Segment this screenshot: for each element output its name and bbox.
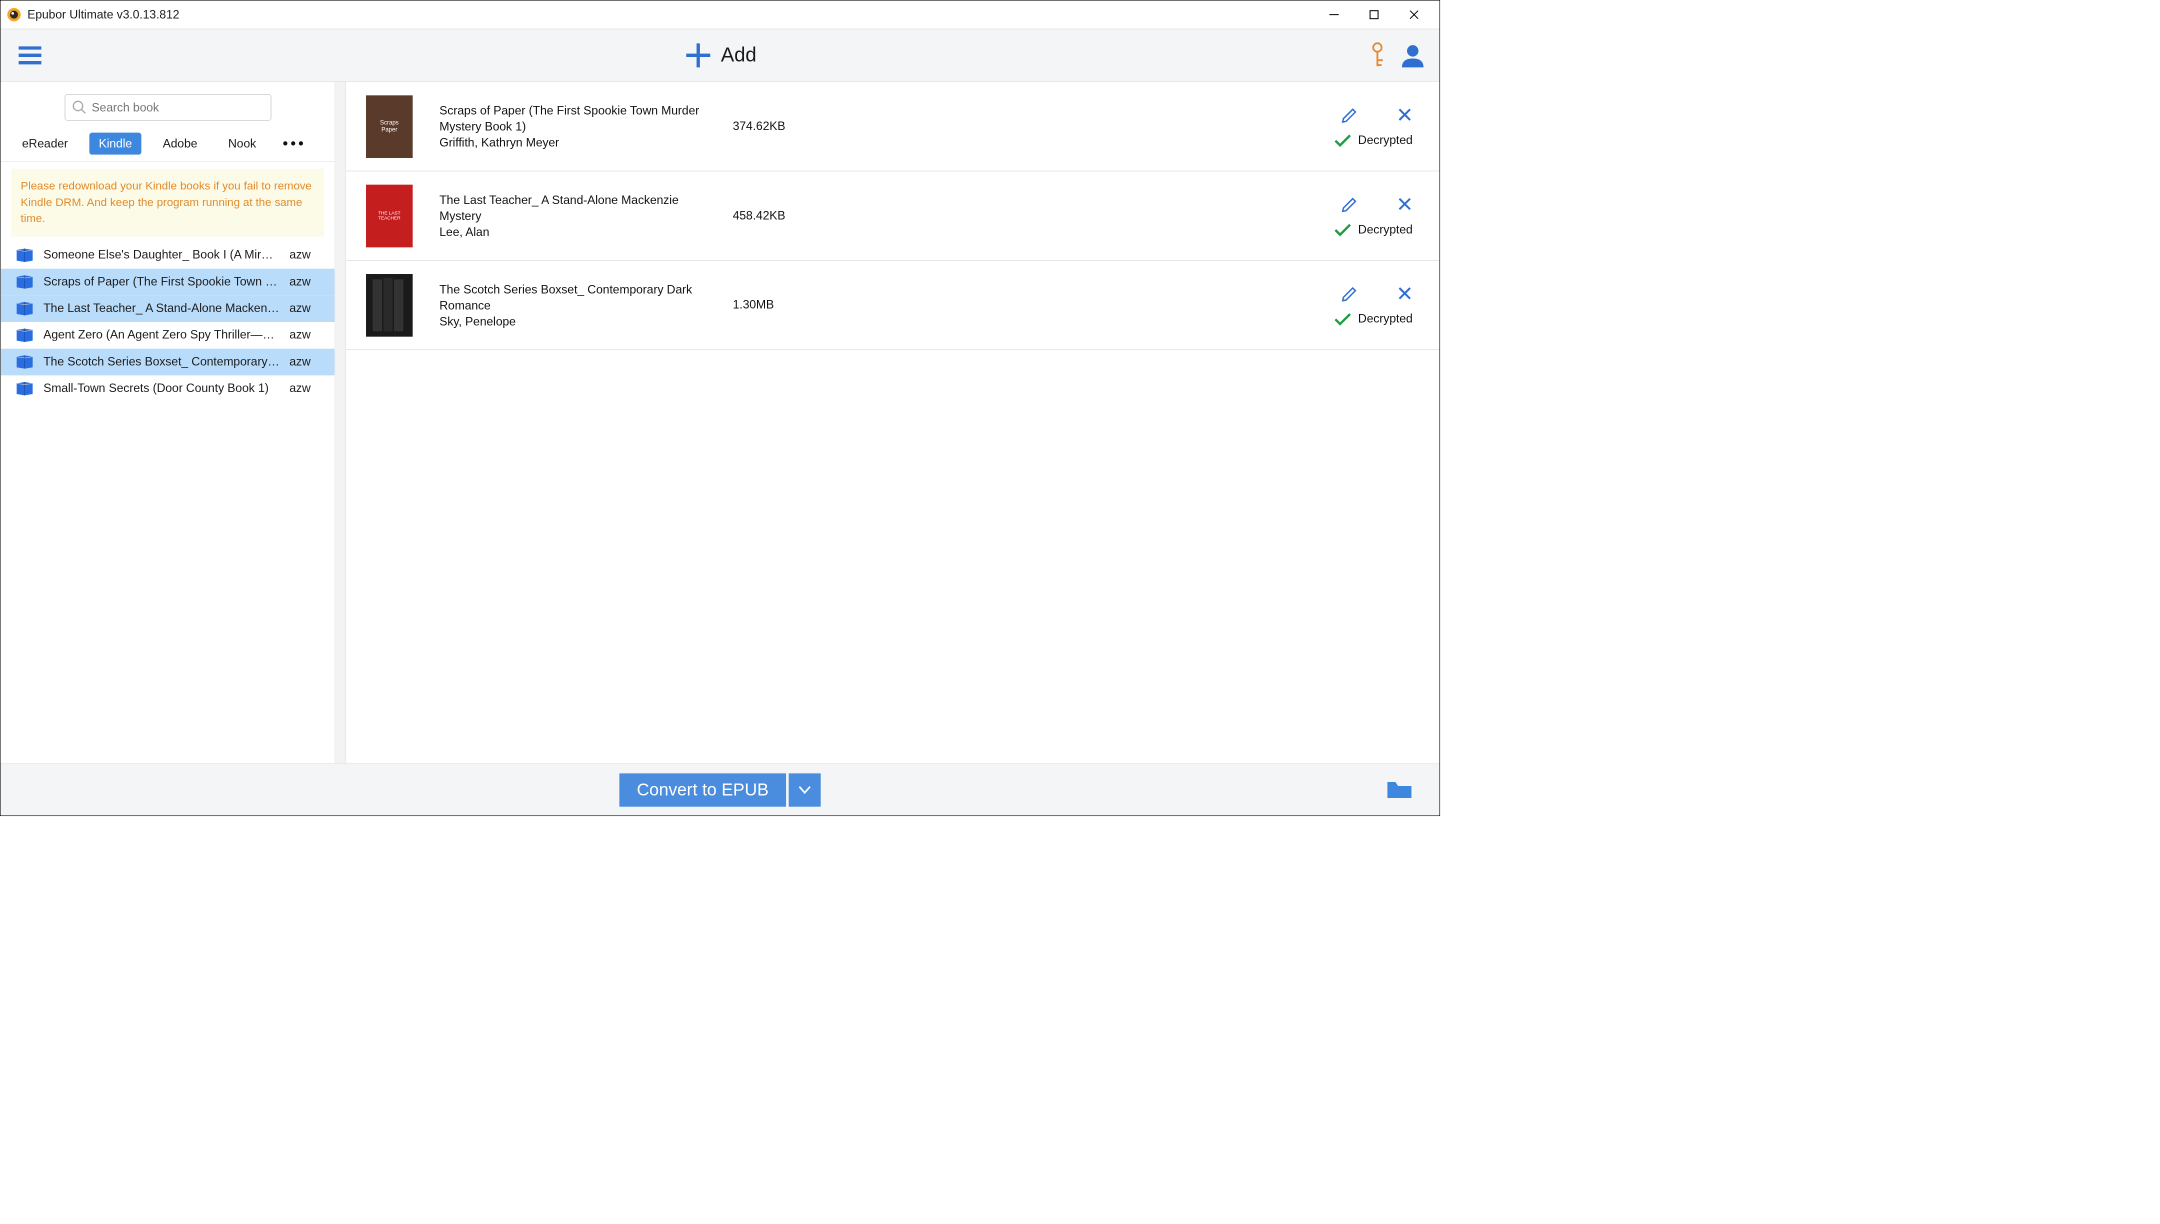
key-icon — [1367, 42, 1387, 69]
book-icon — [15, 247, 34, 263]
book-icon — [15, 327, 34, 343]
user-button[interactable] — [1399, 42, 1426, 69]
library-row-title: Small-Town Secrets (Door County Book 1) — [43, 382, 280, 396]
queue-item-title: The Last Teacher_ A Stand-Alone Mackenzi… — [439, 192, 706, 224]
library-row-ext: azw — [289, 302, 322, 316]
checkmark-icon — [1334, 134, 1351, 147]
convert-format-dropdown[interactable] — [789, 773, 821, 806]
library-row[interactable]: Small-Town Secrets (Door County Book 1) … — [1, 375, 335, 402]
window-title: Epubor Ultimate v3.0.13.812 — [27, 8, 179, 22]
queue-item[interactable]: The Scotch Series Boxset_ Contemporary D… — [346, 261, 1439, 350]
close-icon — [1397, 107, 1413, 123]
library-row-ext: azw — [289, 248, 322, 262]
remove-button[interactable] — [1397, 285, 1413, 301]
edit-button[interactable] — [1341, 105, 1360, 124]
checkmark-icon — [1334, 312, 1351, 325]
search-input[interactable] — [64, 94, 271, 121]
tab-adobe[interactable]: Adobe — [153, 133, 206, 155]
library-row-title: The Scotch Series Boxset_ Contemporary… — [43, 355, 280, 369]
pencil-icon — [1341, 195, 1360, 214]
queue-item-size: 1.30MB — [733, 298, 813, 312]
tab-kindle[interactable]: Kindle — [89, 133, 141, 155]
tab-more[interactable]: ••• — [277, 135, 311, 152]
book-cover: THE LASTTEACHER — [366, 184, 413, 247]
menu-button[interactable] — [14, 39, 46, 71]
book-cover: ScrapsPaper — [366, 95, 413, 158]
queue-item-author: Sky, Penelope — [439, 315, 706, 329]
book-icon — [15, 354, 34, 370]
convert-button[interactable]: Convert to EPUB — [619, 773, 786, 806]
queue-item-title: The Scotch Series Boxset_ Contemporary D… — [439, 281, 706, 313]
queue-item-title: Scraps of Paper (The First Spookie Town … — [439, 102, 706, 134]
queue-item-status: Decrypted — [1358, 312, 1413, 326]
search-icon — [72, 100, 87, 115]
edit-button[interactable] — [1341, 284, 1360, 303]
remove-button[interactable] — [1397, 107, 1413, 123]
library-row-title: The Last Teacher_ A Stand-Alone Macken… — [43, 302, 280, 316]
sidebar: eReader Kindle Adobe Nook ••• Please red… — [1, 82, 336, 763]
toolbar: Add — [1, 29, 1440, 82]
close-icon — [1397, 196, 1413, 212]
pencil-icon — [1341, 284, 1360, 303]
queue-item-status: Decrypted — [1358, 133, 1413, 147]
add-label: Add — [721, 44, 757, 67]
book-cover — [366, 274, 413, 337]
library-list: Someone Else's Daughter_ Book I (A Mir… … — [1, 242, 335, 763]
library-row[interactable]: Someone Else's Daughter_ Book I (A Mir… … — [1, 242, 335, 269]
queue-item-size: 374.62KB — [733, 119, 813, 133]
queue-list: ScrapsPaper Scraps of Paper (The First S… — [346, 82, 1439, 763]
queue-item-size: 458.42KB — [733, 209, 813, 223]
plus-icon — [684, 41, 713, 70]
checkmark-icon — [1334, 223, 1351, 236]
pencil-icon — [1341, 105, 1360, 124]
book-icon — [15, 274, 34, 290]
window-controls — [1314, 3, 1434, 27]
maximize-button[interactable] — [1354, 3, 1394, 27]
app-window: Epubor Ultimate v3.0.13.812 — [0, 0, 1440, 816]
library-row[interactable]: Agent Zero (An Agent Zero Spy Thriller—…… — [1, 322, 335, 349]
add-button[interactable]: Add — [684, 41, 757, 70]
notice-banner: Please redownload your Kindle books if y… — [11, 169, 324, 237]
tab-ereader[interactable]: eReader — [13, 133, 78, 155]
bottom-bar: Convert to EPUB — [1, 763, 1440, 815]
library-row-title: Scraps of Paper (The First Spookie Town … — [43, 275, 280, 289]
source-tabs: eReader Kindle Adobe Nook ••• — [1, 130, 335, 162]
output-folder-button[interactable] — [1386, 779, 1413, 800]
tab-nook[interactable]: Nook — [219, 133, 266, 155]
key-button[interactable] — [1367, 42, 1387, 69]
minimize-button[interactable] — [1314, 3, 1354, 27]
queue-item[interactable]: ScrapsPaper Scraps of Paper (The First S… — [346, 82, 1439, 171]
remove-button[interactable] — [1397, 196, 1413, 212]
chevron-down-icon — [798, 785, 811, 794]
queue-item-author: Lee, Alan — [439, 226, 706, 240]
queue-item-author: Griffith, Kathryn Meyer — [439, 136, 706, 150]
panel-gutter[interactable] — [335, 82, 346, 763]
folder-icon — [1386, 779, 1413, 800]
search-field[interactable] — [92, 100, 264, 114]
library-row[interactable]: The Scotch Series Boxset_ Contemporary… … — [1, 349, 335, 376]
user-icon — [1399, 42, 1426, 69]
book-icon — [15, 381, 34, 397]
library-row-ext: azw — [289, 355, 322, 369]
book-icon — [15, 301, 34, 317]
app-icon — [6, 7, 22, 23]
library-row-title: Agent Zero (An Agent Zero Spy Thriller—… — [43, 328, 280, 342]
library-row-ext: azw — [289, 328, 322, 342]
library-row-title: Someone Else's Daughter_ Book I (A Mir… — [43, 248, 280, 262]
close-button[interactable] — [1394, 3, 1434, 27]
close-icon — [1397, 285, 1413, 301]
library-row[interactable]: Scraps of Paper (The First Spookie Town … — [1, 269, 335, 296]
queue-item[interactable]: THE LASTTEACHER The Last Teacher_ A Stan… — [346, 171, 1439, 260]
edit-button[interactable] — [1341, 195, 1360, 214]
library-row-ext: azw — [289, 275, 322, 289]
queue-item-status: Decrypted — [1358, 223, 1413, 237]
library-row-ext: azw — [289, 382, 322, 396]
titlebar: Epubor Ultimate v3.0.13.812 — [1, 1, 1440, 29]
library-row[interactable]: The Last Teacher_ A Stand-Alone Macken… … — [1, 295, 335, 322]
